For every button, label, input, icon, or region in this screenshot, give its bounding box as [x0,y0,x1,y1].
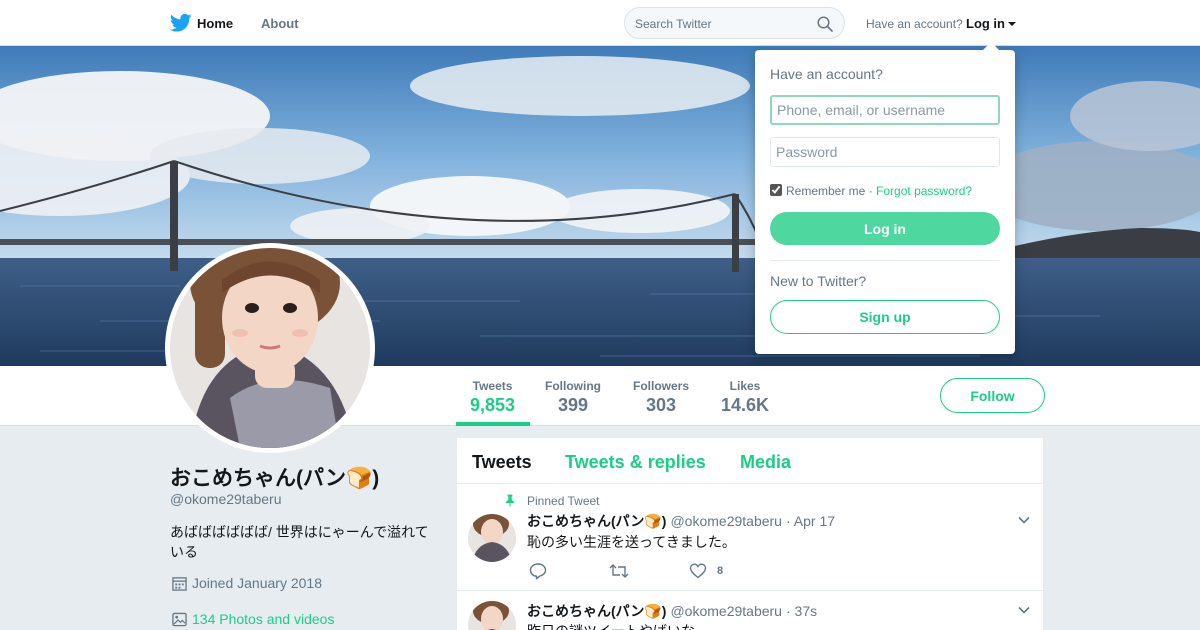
stat-likes[interactable]: Likes 14.6K [721,379,769,416]
have-account-text: Have an account? [866,17,963,31]
follow-button[interactable]: Follow [940,378,1045,413]
stat-label: Likes [729,379,761,393]
tweet-avatar[interactable] [468,514,516,562]
tweet-avatar[interactable] [468,601,516,630]
stat-label: Following [545,379,601,393]
nav-home-link[interactable]: Home [197,16,233,31]
chevron-down-icon[interactable] [1018,514,1030,526]
password-field[interactable] [770,137,1000,167]
tweet-item[interactable]: おこめちゃん(パン🍞)@okome29taberu· 37s 昨日の謎ツイートや… [457,591,1045,630]
login-dropdown: Have an account? Remember me · Forgot pa… [755,42,1015,354]
like-count: 8 [717,565,724,577]
login-button[interactable]: Log in [770,212,1000,245]
stat-value: 9,853 [470,395,516,415]
chevron-down-icon[interactable] [1018,604,1030,616]
username-field[interactable] [770,95,1000,125]
like-action[interactable]: 8 [689,562,739,580]
tweet-header[interactable]: おこめちゃん(パン🍞) @okome29taberu · Apr 17 [527,511,835,531]
stat-tweets[interactable]: Tweets 9,853 [470,379,515,416]
dropdown-heading: Have an account? [770,66,883,82]
photos-text[interactable]: 134 Photos and videos [192,611,334,627]
signup-button[interactable]: Sign up [770,300,1000,334]
tab-media[interactable]: Media [740,452,791,473]
profile-joined: Joined January 2018 [172,575,322,591]
timeline: Tweets Tweets & replies Media Pinned Twe… [456,437,1045,630]
search-input[interactable] [635,15,805,33]
stat-label: Tweets [472,379,513,393]
tweet-text: 恥の多い生涯を送ってきました。 [527,534,736,550]
separator: · [868,184,873,198]
twitter-bird-icon[interactable] [170,13,192,33]
tweet-timestamp[interactable]: · Apr 17 [786,513,835,529]
tweet-timestamp[interactable]: · 37s [786,603,817,619]
caret-down-icon[interactable] [1008,22,1016,26]
new-to-twitter-text: New to Twitter? [770,273,867,289]
tweet-avatar-image [468,601,516,630]
login-dropdown-toggle[interactable]: Log in [966,16,1005,31]
tweet-author-name[interactable]: おこめちゃん(パン🍞) [527,603,666,619]
stat-value: 399 [557,395,589,415]
tweet-header[interactable]: おこめちゃん(パン🍞) @okome29taberu · 37s [527,601,817,621]
tweet-author-name[interactable]: おこめちゃん(パン🍞) [527,513,666,529]
pin-icon [505,494,515,507]
forgot-password-link[interactable]: Forgot password? [876,184,972,198]
search-icon[interactable] [817,16,833,32]
tab-tweets-replies[interactable]: Tweets & replies [565,452,706,473]
divider [770,260,1000,261]
profile-avatar[interactable] [165,243,375,453]
profile-name: おこめちゃん(パン🍞) [170,467,380,490]
stat-followers[interactable]: Followers 303 [633,379,689,416]
calendar-icon [172,577,187,591]
image-icon [172,612,187,627]
dropdown-arrow [983,42,999,50]
tweet-item[interactable]: Pinned Tweet おこめちゃん(パン🍞) @okome29taberu · … [457,484,1045,591]
profile-handle[interactable]: @okome29taberu [170,491,282,507]
like-icon[interactable] [689,562,707,580]
tweet-text: 昨日の謎ツイートやばいな [527,621,695,630]
tweet-author-handle[interactable]: @okome29taberu [670,513,782,529]
stat-value: 303 [645,395,677,415]
pinned-text: Pinned Tweet [527,494,600,508]
stat-following[interactable]: Following 399 [545,379,601,416]
remember-me-label[interactable]: Remember me [786,184,865,198]
tweet-author-handle[interactable]: @okome29taberu [670,603,782,619]
reply-icon[interactable] [529,562,547,580]
tab-tweets[interactable]: Tweets [472,452,532,473]
tweet-avatar-image [468,514,516,562]
active-stat-underline [456,422,530,426]
nav-about-link[interactable]: About [261,16,299,31]
top-navigation-bar: Home About Have an account? Log in [0,0,1200,46]
retweet-icon[interactable] [609,562,629,580]
stat-value: 14.6K [721,395,770,415]
avatar-image [170,248,370,448]
profile-bio: あばばばばばば/ 世界はにゃーんで溢れている [170,524,429,560]
stat-label: Followers [633,379,690,393]
remember-me-checkbox[interactable] [770,184,782,196]
profile-photos-link[interactable]: 134 Photos and videos [172,611,334,627]
remember-row: Remember me · Forgot password? [770,184,972,198]
search-box [624,7,845,39]
pinned-label: Pinned Tweet [505,494,600,508]
joined-text: Joined January 2018 [192,575,322,591]
timeline-tabs: Tweets Tweets & replies Media [457,438,1045,484]
